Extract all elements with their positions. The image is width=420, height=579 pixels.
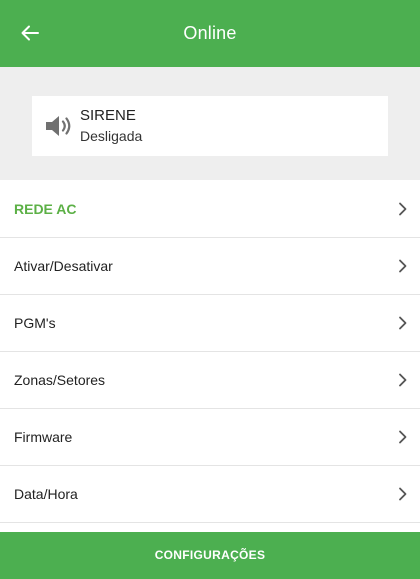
menu-item-pgms[interactable]: PGM's [0,295,420,352]
menu-item-firmware[interactable]: Firmware [0,409,420,466]
menu-item-ativar-desativar[interactable]: Ativar/Desativar [0,238,420,295]
menu-item-zonas-setores[interactable]: Zonas/Setores [0,352,420,409]
chevron-right-icon [399,373,407,387]
siren-status: Desligada [80,128,143,144]
chevron-right-icon [399,202,407,215]
configuracoes-button[interactable]: CONFIGURAÇÕES [0,532,420,579]
page-title: Online [183,23,237,43]
menu-item-label: PGM's [14,315,56,331]
siren-card[interactable]: SIRENE Desligada [32,96,388,156]
chevron-right-icon [399,316,407,330]
status-area: SIRENE Desligada [0,67,420,180]
app-bar: Online [0,0,420,67]
menu-item-label: Firmware [14,429,73,445]
chevron-right-icon [399,430,407,444]
menu-item-data-hora[interactable]: Data/Hora [0,466,420,523]
menu-list: REDE AC Ativar/Desativar PGM's Zonas/Set… [0,180,420,523]
chevron-right-icon [399,259,407,273]
menu-item-label: Data/Hora [14,486,78,502]
speaker-icon [46,116,71,136]
menu-item-label: Zonas/Setores [14,372,106,388]
menu-item-rede-ac[interactable]: REDE AC [0,180,420,238]
menu-item-label: Ativar/Desativar [14,258,113,274]
siren-name: SIRENE [80,107,136,124]
chevron-right-icon [399,487,407,501]
menu-section-label: REDE AC [14,201,77,217]
